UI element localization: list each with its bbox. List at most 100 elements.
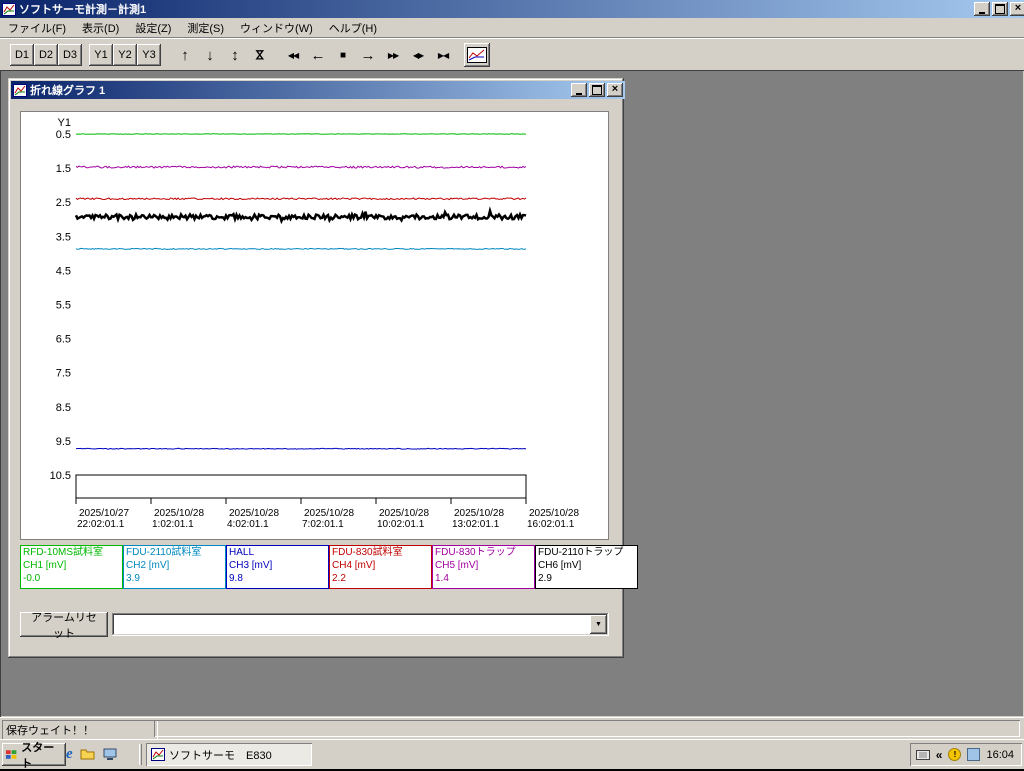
- legend-name: FDU-830トラップ: [435, 546, 532, 559]
- legend-channel: CH4 [mV]: [332, 559, 429, 572]
- ie-icon[interactable]: e: [66, 746, 73, 763]
- series-line-ch4: [76, 198, 526, 200]
- expand-vertical-button[interactable]: ↕: [223, 44, 247, 66]
- graph-display-button[interactable]: [464, 43, 490, 67]
- hide-icons-chevron[interactable]: «: [936, 748, 943, 762]
- x-tick-time: 13:02:01.1: [452, 519, 500, 530]
- y-tick-label: 6.5: [56, 334, 71, 346]
- axis-button-y2[interactable]: Y2: [113, 44, 137, 66]
- menu-help[interactable]: ヘルプ(H): [321, 18, 385, 38]
- close-icon: ×: [612, 84, 618, 95]
- y-tick-label: 9.5: [56, 436, 71, 448]
- legend-cell-ch1: RFD-10MS試料室CH1 [mV]-0.0: [20, 545, 123, 589]
- graph-maximize-button[interactable]: [589, 83, 605, 97]
- graph-window-titlebar[interactable]: 折れ線グラフ 1 ×: [11, 81, 625, 99]
- chevron-down-icon: ▼: [595, 621, 602, 628]
- step-back-button[interactable]: ←: [306, 44, 330, 66]
- x-tick-time: 10:02:01.1: [377, 519, 425, 530]
- taskbar-item-softthermo[interactable]: ソフトサーモ E830: [146, 743, 312, 766]
- menubar: ファイル(F) 表示(D) 設定(Z) 測定(S) ウィンドウ(W) ヘルプ(H…: [0, 18, 1024, 38]
- maximize-icon: [592, 85, 602, 95]
- folder-icon[interactable]: [80, 748, 96, 761]
- keyboard-icon[interactable]: [916, 750, 930, 760]
- fast-rewind-button[interactable]: ◀◀: [281, 44, 305, 66]
- stop-button[interactable]: ■: [331, 44, 355, 66]
- y-tick-label: 1.5: [56, 163, 71, 175]
- start-label: スタート: [21, 739, 63, 771]
- series-line-ch5: [76, 166, 526, 168]
- menu-file[interactable]: ファイル(F): [0, 18, 74, 38]
- x-tick-time: 4:02:01.1: [227, 519, 269, 530]
- series-line-ch3: [76, 448, 526, 449]
- display-button-d3[interactable]: D3: [58, 44, 82, 66]
- scroll-down-button[interactable]: ↓: [198, 44, 222, 66]
- axis-button-y3[interactable]: Y3: [137, 44, 161, 66]
- legend-value: -0.0: [23, 572, 120, 585]
- x-range-box: [76, 475, 526, 498]
- collapse-horizontal-button[interactable]: ▶◀: [431, 44, 455, 66]
- x-tick-time: 7:02:01.1: [302, 519, 344, 530]
- legend-name: FDU-830試料室: [332, 546, 429, 559]
- menu-window[interactable]: ウィンドウ(W): [232, 18, 321, 38]
- legend-channel: CH6 [mV]: [538, 559, 635, 572]
- legend-name: FDU-2110試料室: [126, 546, 223, 559]
- channel-legend: RFD-10MS試料室CH1 [mV]-0.0FDU-2110試料室CH2 [m…: [20, 545, 606, 587]
- series-line-ch6: [76, 211, 526, 221]
- fast-forward-button[interactable]: ▶▶: [381, 44, 405, 66]
- legend-value: 1.4: [435, 572, 532, 585]
- legend-channel: CH3 [mV]: [229, 559, 326, 572]
- expand-horizontal-button[interactable]: ◀▶: [406, 44, 430, 66]
- legend-name: RFD-10MS試料室: [23, 546, 120, 559]
- taskbar: スタート e ソフトサーモ E830: [0, 739, 1024, 769]
- alarm-combobox[interactable]: ▼: [112, 613, 609, 636]
- axis-button-y1[interactable]: Y1: [89, 44, 113, 66]
- x-tick-date: 2025/10/27: [79, 508, 129, 519]
- desktop-icon[interactable]: [103, 748, 118, 761]
- display-button-d1[interactable]: D1: [10, 44, 34, 66]
- notification-icon[interactable]: !: [948, 748, 961, 761]
- main-titlebar[interactable]: ソフトサーモ計測－計測1 ×: [0, 0, 1024, 18]
- legend-cell-ch2: FDU-2110試料室CH2 [mV]3.9: [123, 545, 226, 589]
- step-forward-icon: →: [361, 47, 376, 64]
- x-tick-time: 22:02:01.1: [77, 519, 125, 530]
- series-line-ch2: [76, 248, 526, 249]
- start-button[interactable]: スタート: [2, 743, 66, 766]
- legend-cell-ch5: FDU-830トラップCH5 [mV]1.4: [432, 545, 535, 589]
- maximize-button[interactable]: [992, 2, 1008, 16]
- step-forward-button[interactable]: →: [356, 44, 380, 66]
- display-button-d2[interactable]: D2: [34, 44, 58, 66]
- y-tick-label: 0.5: [56, 129, 71, 141]
- graph-window: 折れ線グラフ 1 × Y10.51.52.53.54.55.56.57.58.5…: [8, 78, 624, 658]
- status-icon[interactable]: [967, 748, 980, 761]
- legend-channel: CH2 [mV]: [126, 559, 223, 572]
- close-button[interactable]: ×: [1010, 2, 1024, 16]
- graph-window-content: Y10.51.52.53.54.55.56.57.58.59.510.52025…: [11, 99, 621, 655]
- graph-window-icon: [13, 84, 27, 97]
- x-tick-date: 2025/10/28: [454, 508, 504, 519]
- step-back-icon: ←: [311, 47, 326, 64]
- menu-settings[interactable]: 設定(Z): [127, 18, 179, 38]
- x-tick-date: 2025/10/28: [529, 508, 579, 519]
- graph-minimize-button[interactable]: [571, 83, 587, 97]
- legend-value: 9.8: [229, 572, 326, 585]
- minimize-button[interactable]: [974, 2, 990, 16]
- time-compress-icon: ⋈: [253, 49, 267, 61]
- combobox-value[interactable]: [115, 617, 587, 632]
- legend-value: 2.9: [538, 572, 635, 585]
- maximize-icon: [995, 4, 1005, 14]
- y-tick-label: 4.5: [56, 265, 71, 277]
- menu-view[interactable]: 表示(D): [74, 18, 127, 38]
- combobox-dropdown-button[interactable]: ▼: [590, 615, 607, 634]
- menu-measure[interactable]: 測定(S): [179, 18, 232, 38]
- time-compress-button[interactable]: ⋈: [248, 44, 272, 66]
- y-tick-label: 10.5: [50, 470, 71, 482]
- x-tick-date: 2025/10/28: [154, 508, 204, 519]
- stop-icon: ■: [340, 50, 346, 61]
- legend-name: FDU-2110トラップ: [538, 546, 635, 559]
- legend-value: 2.2: [332, 572, 429, 585]
- scroll-up-button[interactable]: ↑: [173, 44, 197, 66]
- legend-name: HALL: [229, 546, 326, 559]
- graph-close-button[interactable]: ×: [607, 83, 623, 97]
- alarm-reset-button[interactable]: アラームリセット: [20, 612, 108, 637]
- task-button-label: ソフトサーモ E830: [169, 747, 272, 763]
